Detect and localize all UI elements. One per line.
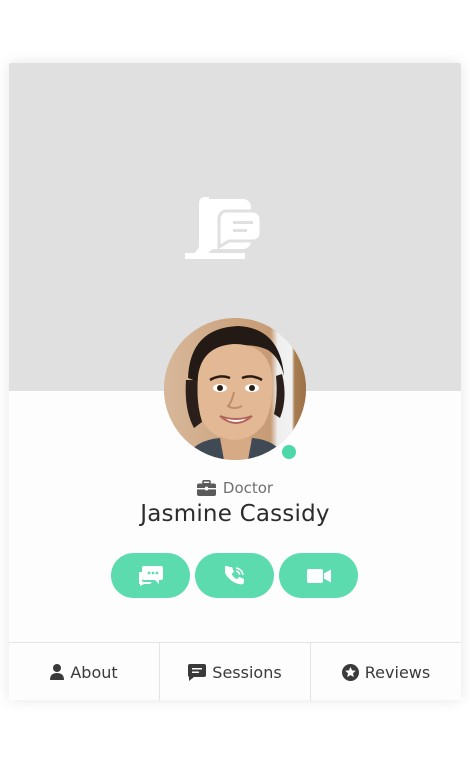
chat-icon (138, 565, 163, 586)
message-icon (188, 663, 207, 681)
tab-reviews[interactable]: Reviews (310, 643, 461, 701)
user-icon (50, 664, 65, 680)
avatar-container (164, 318, 306, 460)
tab-reviews-label: Reviews (364, 662, 431, 682)
chat-button[interactable] (111, 553, 190, 598)
video-call-button[interactable] (279, 553, 358, 598)
online-status-dot (282, 445, 296, 459)
phone-icon (224, 565, 244, 584)
video-icon (306, 568, 331, 583)
profile-name: Jasmine Cassidy (140, 501, 330, 527)
avatar[interactable] (164, 318, 306, 460)
tab-about[interactable]: About (9, 643, 159, 701)
role-label: Doctor (222, 479, 274, 497)
tab-sessions[interactable]: Sessions (159, 643, 310, 701)
chat-bubbles-icon (185, 197, 263, 259)
voice-call-button[interactable] (195, 553, 274, 598)
tab-sessions-label: Sessions (212, 662, 282, 682)
avatar-photo (164, 318, 306, 460)
star-icon (341, 663, 359, 681)
profile-tabs: About Sessions Reviews (9, 642, 461, 701)
profile-card: Doctor Jasmine Cassidy About Sessions Re… (9, 63, 461, 701)
contact-actions (111, 553, 359, 598)
briefcase-icon (196, 480, 216, 496)
role-row: Doctor (9, 479, 461, 497)
tab-about-label: About (70, 662, 118, 682)
